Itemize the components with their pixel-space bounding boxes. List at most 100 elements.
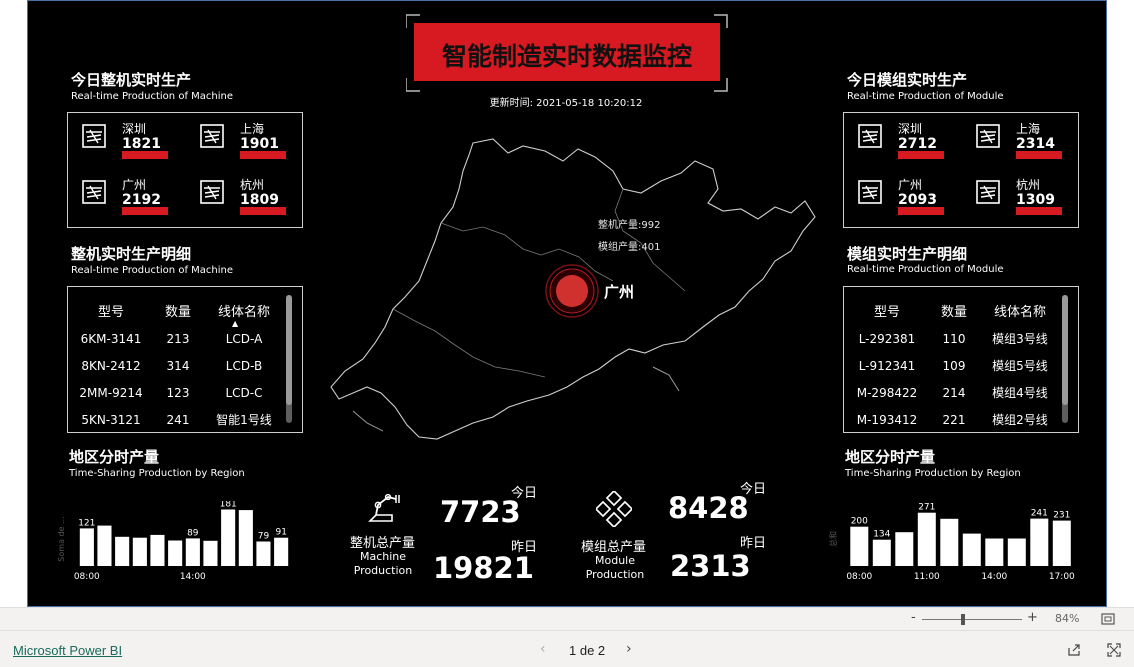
table-header-row: 型号 数量 线体名称 xyxy=(848,295,1058,325)
next-page-icon[interactable]: › xyxy=(626,641,632,657)
left-summary-panel: 深圳 1821 上海 1901 广州 2192 杭州 1809 xyxy=(67,112,303,228)
table-scrollbar[interactable] xyxy=(286,295,292,423)
share-icon[interactable] xyxy=(1067,643,1081,657)
x-tick-label: 11:00 xyxy=(914,572,940,582)
bar[interactable] xyxy=(115,536,130,566)
city-value: 2712 xyxy=(898,136,937,152)
bar[interactable] xyxy=(185,538,200,566)
zoom-level[interactable]: 84% xyxy=(1055,612,1079,625)
city-card-guangzhou: 广州 2192 xyxy=(82,176,192,216)
table-row[interactable]: L-912341 109 模组5号线 xyxy=(848,352,1058,379)
right-region-title: 地区分时产量 xyxy=(845,448,936,466)
cell-qty: 109 xyxy=(942,358,966,373)
column-header[interactable]: 线体名称 xyxy=(982,295,1058,325)
data-label: 271 xyxy=(918,503,935,513)
table-row[interactable]: M-298422 214 模组4号线 xyxy=(848,379,1058,406)
left-detail-panel: 型号 数量 线体名称 ▲ 6KM-3141 213 LCD-A 8KN-2412 314… xyxy=(67,286,303,433)
scrollbar-thumb[interactable] xyxy=(286,295,292,405)
production-line-icon xyxy=(976,180,1000,204)
bar[interactable] xyxy=(872,539,891,566)
value-bar xyxy=(1016,151,1062,159)
city-value: 2093 xyxy=(898,192,937,208)
map-tooltip: 整机产量:992 模组产量:401 xyxy=(598,215,660,259)
bar[interactable] xyxy=(1052,520,1071,566)
zoom-minus-button[interactable]: - xyxy=(911,610,916,625)
column-header[interactable]: 数量 xyxy=(150,295,206,325)
column-header[interactable]: 数量 xyxy=(926,295,982,325)
machine-detail-table: 型号 数量 线体名称 ▲ 6KM-3141 213 LCD-A 8KN-2412 314… xyxy=(72,295,282,432)
guangzhou-marker[interactable] xyxy=(542,256,602,326)
x-tick-label: 14:00 xyxy=(981,572,1007,582)
city-name: 深圳 xyxy=(122,122,147,136)
column-header[interactable]: 型号 xyxy=(72,295,150,325)
report-canvas: 智能制造实时数据监控 更新时间: 2021-05-18 10:20:12 今日整… xyxy=(27,0,1107,607)
bar[interactable] xyxy=(238,510,253,566)
bar[interactable] xyxy=(97,525,112,566)
viewer-bottom-bar: - + 84% xyxy=(0,607,1134,667)
bar[interactable] xyxy=(221,509,236,567)
bar[interactable] xyxy=(203,540,218,566)
zoom-slider-track[interactable] xyxy=(922,619,1022,620)
value-bar xyxy=(122,207,168,215)
prev-page-icon[interactable]: ‹ xyxy=(540,641,546,657)
cell-model: L-292381 xyxy=(858,331,916,346)
table-row[interactable]: 8KN-2412 314 LCD-B xyxy=(72,352,282,379)
value-bar xyxy=(898,151,944,159)
cell-qty: 214 xyxy=(942,385,966,400)
right-detail-subtitle: Real-time Production of Module xyxy=(847,264,1004,275)
fullscreen-icon[interactable] xyxy=(1107,643,1121,657)
bar[interactable] xyxy=(132,537,147,566)
left-region-bar-chart[interactable]: Soma de ... 121 89 181 79 91 08:00 14:00 xyxy=(56,501,296,586)
bar[interactable] xyxy=(895,532,914,566)
bar[interactable] xyxy=(274,537,289,566)
x-tick-label: 08:00 xyxy=(846,572,872,582)
bar[interactable] xyxy=(168,540,183,567)
bar[interactable] xyxy=(150,534,165,566)
cell-line: 智能1号线 xyxy=(216,413,272,427)
bar[interactable] xyxy=(940,518,959,566)
page-title-box: 智能制造实时数据监控 xyxy=(414,23,720,81)
table-row[interactable]: 2MM-9214 123 LCD-C xyxy=(72,379,282,406)
bar[interactable] xyxy=(850,526,869,566)
column-header-sorted[interactable]: 线体名称 ▲ xyxy=(206,295,282,329)
data-label: 89 xyxy=(187,528,199,538)
data-label: 231 xyxy=(1053,511,1070,521)
bar[interactable] xyxy=(962,533,981,566)
table-row[interactable]: 6KM-3141 213 LCD-A xyxy=(72,325,282,352)
table-row[interactable]: M-193412 221 模组2号线 xyxy=(848,406,1058,432)
city-name: 上海 xyxy=(1016,122,1041,136)
cell-line: 模组3号线 xyxy=(992,332,1048,346)
data-label: 91 xyxy=(275,528,286,538)
cell-model: M-193412 xyxy=(856,412,918,427)
cell-qty: 241 xyxy=(166,412,190,427)
module-today-value: 8428 xyxy=(668,491,749,525)
footer-divider xyxy=(0,630,1134,631)
city-name: 深圳 xyxy=(898,122,923,136)
bar[interactable] xyxy=(1030,518,1049,566)
cell-model: M-298422 xyxy=(856,385,918,400)
power-bi-link[interactable]: Microsoft Power BI xyxy=(13,643,122,658)
table-row[interactable]: L-292381 110 模组3号线 xyxy=(848,325,1058,352)
city-card-shanghai: 上海 1901 xyxy=(200,120,310,160)
table-scrollbar[interactable] xyxy=(1062,295,1068,423)
bar[interactable] xyxy=(917,512,936,566)
zoom-slider-thumb[interactable] xyxy=(961,614,965,625)
table-row[interactable]: 5KN-3121 241 智能1号线 xyxy=(72,406,282,432)
bar[interactable] xyxy=(1007,538,1026,567)
city-name: 上海 xyxy=(240,122,265,136)
module-grid-icon xyxy=(596,491,632,527)
bar[interactable] xyxy=(256,541,271,567)
cell-line: LCD-A xyxy=(225,331,263,346)
sort-arrow-icon: ▲ xyxy=(232,319,239,328)
column-header[interactable]: 型号 xyxy=(848,295,926,325)
bar[interactable] xyxy=(79,528,94,566)
tooltip-module: 模组产量:401 xyxy=(598,242,661,253)
bar[interactable] xyxy=(985,538,1004,567)
scrollbar-thumb[interactable] xyxy=(1062,295,1068,405)
value-bar xyxy=(240,151,286,159)
production-line-icon xyxy=(82,180,106,204)
right-region-bar-chart[interactable]: 总和 200 134 271 241 231 08:00 11:00 14:00 17:00 xyxy=(828,501,1078,586)
fit-to-page-icon[interactable] xyxy=(1101,613,1115,625)
city-value: 2192 xyxy=(122,192,161,208)
zoom-plus-button[interactable]: + xyxy=(1027,610,1038,625)
